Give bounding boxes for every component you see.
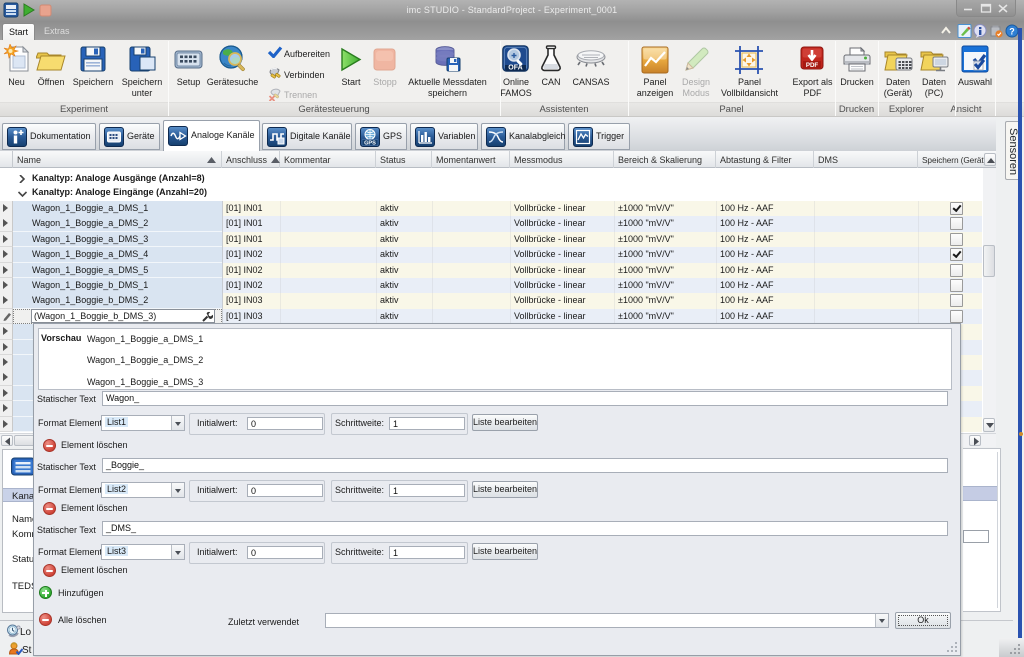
- svg-text:OFA: OFA: [508, 65, 522, 72]
- svg-text:GPS: GPS: [364, 141, 376, 147]
- svg-text:PDF: PDF: [806, 62, 819, 69]
- svg-text:?: ?: [1009, 27, 1015, 37]
